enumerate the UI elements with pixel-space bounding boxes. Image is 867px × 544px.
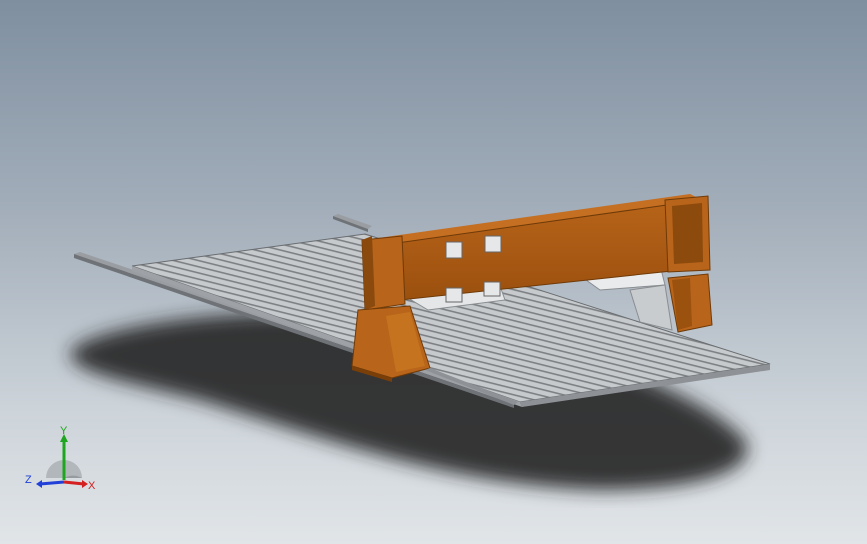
bolt-plate-4[interactable] [483,281,501,297]
model-view[interactable] [0,0,867,544]
bolt-plate-1[interactable] [445,241,463,259]
y-axis-label: Y [60,425,68,437]
bolt-plate-2[interactable] [484,235,502,253]
z-axis-arrow-icon [36,480,65,488]
x-axis-label: X [88,480,96,492]
z-axis-label: Z [25,474,32,486]
back-rail[interactable] [333,214,372,232]
bolt-plate-3[interactable] [445,287,463,303]
graphics-viewport[interactable]: Y X Z [0,0,867,544]
x-axis-arrow-icon [63,480,88,488]
coordinate-triad[interactable]: Y X Z [18,422,102,498]
right-leg[interactable] [664,195,713,333]
